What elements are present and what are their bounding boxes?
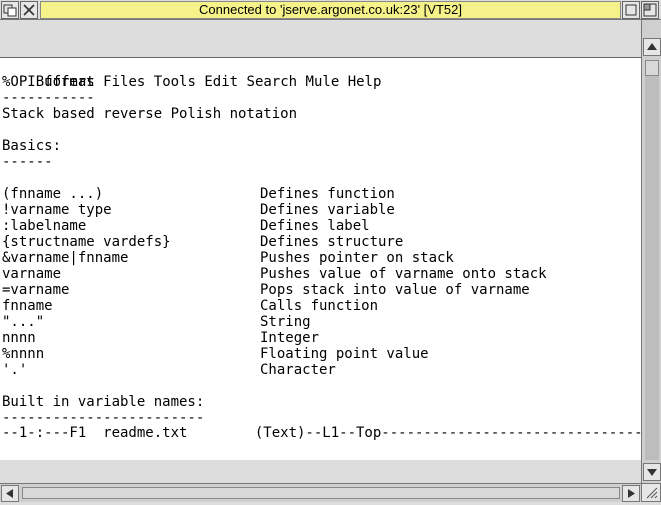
meaning-cell: Floating point value (260, 346, 429, 362)
table-row: {structname vardefs} Defines structure (2, 234, 638, 250)
window-title-bar: Connected to 'jserve.argonet.co.uk:23' [… (0, 0, 661, 20)
meaning-cell: Defines function (260, 186, 395, 202)
scroll-up-icon[interactable] (643, 38, 661, 56)
scroll-left-icon[interactable] (1, 485, 19, 502)
toolbar-area (0, 20, 661, 57)
scroll-down-icon[interactable] (643, 463, 661, 481)
scroll-trough[interactable] (645, 60, 659, 460)
table-row: fnname Calls function (2, 298, 638, 314)
meaning-cell: Pushes value of varname onto stack (260, 266, 547, 282)
syntax-cell: {structname vardefs} (2, 234, 171, 250)
table-row: :labelname Defines label (2, 218, 638, 234)
basics-underline: ------ (2, 154, 53, 170)
syntax-cell: varname (2, 266, 62, 282)
builtin-heading: Built in variable names: (2, 394, 205, 410)
builtin-underline: ------------------------ (2, 410, 205, 426)
table-row: &varname|fnname Pushes pointer on stack (2, 250, 638, 266)
back-icon[interactable] (1, 1, 19, 19)
meaning-cell: Defines structure (260, 234, 404, 250)
menu-mule[interactable]: Mule (306, 74, 340, 90)
menu-help[interactable]: Help (348, 74, 382, 90)
window-work-area (0, 460, 641, 483)
menu-search[interactable]: Search (247, 74, 298, 90)
doc-intro: Stack based reverse Polish notation (2, 106, 298, 122)
meaning-cell: Character (260, 362, 336, 378)
table-row: "..." String (2, 314, 638, 330)
emacs-modeline: --1-:---F1 readme.txt (Text)--L1--Top---… (2, 425, 641, 441)
meaning-cell: Pushes pointer on stack (260, 250, 454, 266)
syntax-cell: !varname type (2, 202, 112, 218)
scroll-right-icon[interactable] (622, 485, 640, 502)
table-row: !varname type Defines variable (2, 202, 638, 218)
syntax-cell: (fnname ...) (2, 186, 104, 202)
vertical-scrollbar[interactable] (641, 20, 661, 483)
meaning-cell: Defines variable (260, 202, 395, 218)
syntax-cell: :labelname (2, 218, 87, 234)
window-title: Connected to 'jserve.argonet.co.uk:23' [… (40, 1, 621, 19)
emacs-menubar: Buffers Files Tools Edit Search Mule Hel… (2, 58, 382, 90)
table-row: %nnnn Floating point value (2, 346, 638, 362)
table-row: '.' Character (2, 362, 638, 378)
toggle-size-icon[interactable] (641, 1, 659, 19)
hscroll-thumb[interactable] (22, 487, 620, 499)
basics-heading: Basics: (2, 138, 62, 154)
doc-underline: ----------- (2, 90, 95, 106)
meaning-cell: String (260, 314, 311, 330)
syntax-cell: &varname|fnname (2, 250, 129, 266)
terminal-screen[interactable]: Buffers Files Tools Edit Search Mule Hel… (0, 57, 641, 460)
table-row: nnnn Integer (2, 330, 638, 346)
meaning-cell: Integer (260, 330, 320, 346)
syntax-cell: =varname (2, 282, 70, 298)
menu-files[interactable]: Files (103, 74, 145, 90)
syntax-cell: '.' (2, 362, 28, 378)
iconise-icon[interactable] (622, 1, 640, 19)
doc-header: %OPI format (2, 74, 95, 90)
meaning-cell: Defines label (260, 218, 370, 234)
syntax-cell: nnnn (2, 330, 36, 346)
syntax-cell: fnname (2, 298, 53, 314)
menu-tools[interactable]: Tools (154, 74, 196, 90)
meaning-cell: Calls function (260, 298, 379, 314)
table-row: varname Pushes value of varname onto stac… (2, 266, 638, 282)
resize-grip-icon[interactable] (641, 483, 661, 502)
table-row: (fnname ...) Defines function (2, 186, 638, 202)
horizontal-scrollbar[interactable] (0, 483, 661, 502)
menu-edit[interactable]: Edit (204, 74, 238, 90)
meaning-cell: Pops stack into value of varname (260, 282, 530, 298)
syntax-cell: "..." (2, 314, 45, 330)
syntax-cell: %nnnn (2, 346, 45, 362)
table-row: =varname Pops stack into value of varname (2, 282, 638, 298)
scroll-thumb[interactable] (645, 60, 659, 76)
close-icon[interactable] (20, 1, 38, 19)
